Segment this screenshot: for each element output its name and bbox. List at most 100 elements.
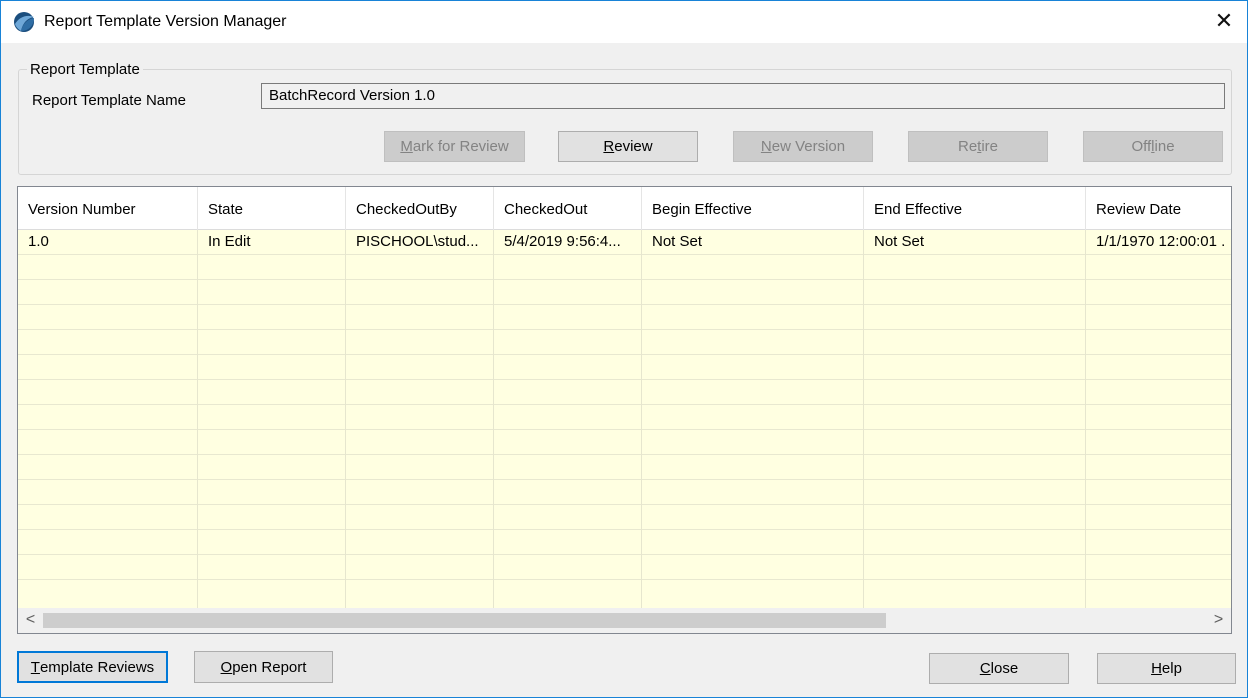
column-header-end-effective[interactable]: End Effective xyxy=(864,187,1086,230)
empty-cell xyxy=(642,480,864,505)
button-text: ew Version xyxy=(771,138,846,155)
empty-cell xyxy=(494,255,642,280)
close-button[interactable]: Close xyxy=(929,653,1069,684)
mark-for-review-button[interactable]: Mark for Review xyxy=(384,131,525,162)
empty-cell xyxy=(642,255,864,280)
close-icon[interactable]: ✕ xyxy=(1201,1,1247,43)
mnemonic-key: O xyxy=(220,658,233,676)
review-button[interactable]: Review xyxy=(558,131,698,162)
cell-review-date: 1/1/1970 12:00:01 . xyxy=(1096,233,1226,250)
empty-cell xyxy=(346,430,494,455)
help-button[interactable]: Help xyxy=(1097,653,1236,684)
dialog-window: Report Template Version Manager ✕ Report… xyxy=(0,0,1248,698)
empty-cell xyxy=(18,530,198,555)
mnemonic-key: N xyxy=(760,138,772,155)
empty-cell xyxy=(18,455,198,480)
empty-cell xyxy=(494,555,642,580)
button-text: ine xyxy=(1154,138,1175,155)
empty-cell xyxy=(642,380,864,405)
column-header-begin-effective[interactable]: Begin Effective xyxy=(642,187,864,230)
button-text: pen Report xyxy=(232,658,307,676)
empty-cell xyxy=(642,330,864,355)
empty-row xyxy=(18,405,1231,430)
empty-cell xyxy=(494,280,642,305)
empty-cell xyxy=(642,305,864,330)
offline-button[interactable]: Off l ine xyxy=(1083,131,1223,162)
cell-state: In Edit xyxy=(198,230,346,255)
empty-cell xyxy=(346,580,494,608)
column-header-checked-out[interactable]: CheckedOut xyxy=(494,187,642,230)
empty-row xyxy=(18,530,1231,555)
empty-row xyxy=(18,330,1231,355)
empty-cell xyxy=(346,355,494,380)
grid-rows: 1.0 In Edit PISCHOOL\stud... 5/4/2019 9:… xyxy=(18,230,1231,608)
cell-checked-out-by: PISCHOOL\stud... xyxy=(346,230,494,255)
button-text: elp xyxy=(1161,660,1182,677)
empty-row xyxy=(18,455,1231,480)
empty-cell xyxy=(864,580,1086,608)
empty-cell xyxy=(494,580,642,608)
mnemonic-key: C xyxy=(979,660,991,677)
window-title: Report Template Version Manager xyxy=(44,13,287,30)
empty-cell xyxy=(864,555,1086,580)
empty-cell xyxy=(18,555,198,580)
empty-cell xyxy=(18,255,198,280)
button-text: Re xyxy=(957,138,978,155)
table-row[interactable]: 1.0 In Edit PISCHOOL\stud... 5/4/2019 9:… xyxy=(18,230,1231,255)
empty-cell xyxy=(346,480,494,505)
empty-cell xyxy=(346,455,494,480)
mnemonic-key: M xyxy=(400,138,413,155)
empty-row xyxy=(18,430,1231,455)
new-version-button[interactable]: New Version xyxy=(733,131,873,162)
column-header-review-date[interactable]: Review Date xyxy=(1086,187,1231,230)
empty-cell xyxy=(18,580,198,608)
empty-cell xyxy=(346,330,494,355)
empty-cell xyxy=(18,330,198,355)
empty-cell xyxy=(198,355,346,380)
empty-cell xyxy=(864,330,1086,355)
horizontal-scrollbar[interactable]: < > xyxy=(18,608,1231,633)
empty-cell xyxy=(18,430,198,455)
empty-cell xyxy=(346,505,494,530)
template-name-field[interactable]: BatchRecord Version 1.0 xyxy=(261,83,1225,109)
empty-cell xyxy=(346,530,494,555)
empty-cell xyxy=(346,255,494,280)
cell-checked-out: 5/4/2019 9:56:4... xyxy=(494,230,642,255)
empty-cell xyxy=(864,530,1086,555)
empty-cell xyxy=(642,280,864,305)
template-reviews-button[interactable]: Template Reviews xyxy=(17,651,168,683)
empty-cell xyxy=(864,380,1086,405)
empty-cell xyxy=(198,530,346,555)
empty-cell xyxy=(198,405,346,430)
mnemonic-key: T xyxy=(30,658,40,676)
versions-grid[interactable]: Version Number State CheckedOutBy Checke… xyxy=(17,186,1232,634)
empty-row xyxy=(18,555,1231,580)
scroll-left-icon[interactable]: < xyxy=(18,608,43,633)
cell-begin-effective: Not Set xyxy=(642,230,864,255)
retire-button[interactable]: Re t ire xyxy=(908,131,1048,162)
empty-cell xyxy=(642,455,864,480)
column-header-state[interactable]: State xyxy=(198,187,346,230)
empty-cell xyxy=(18,480,198,505)
empty-cell xyxy=(346,405,494,430)
empty-cell xyxy=(494,455,642,480)
button-text: eview xyxy=(614,138,653,155)
empty-cell xyxy=(346,555,494,580)
empty-row xyxy=(18,580,1231,608)
empty-row xyxy=(18,480,1231,505)
empty-cell xyxy=(494,480,642,505)
empty-row xyxy=(18,280,1231,305)
empty-cell xyxy=(198,305,346,330)
column-header-version-number[interactable]: Version Number xyxy=(18,187,198,230)
empty-cell xyxy=(864,255,1086,280)
scroll-thumb[interactable] xyxy=(43,613,886,628)
empty-cell xyxy=(18,505,198,530)
column-header-checked-out-by[interactable]: CheckedOutBy xyxy=(346,187,494,230)
open-report-button[interactable]: Open Report xyxy=(194,651,333,683)
button-text: lose xyxy=(990,660,1019,677)
scroll-right-icon[interactable]: > xyxy=(1206,608,1231,633)
empty-cell xyxy=(494,530,642,555)
empty-cell xyxy=(864,505,1086,530)
empty-cell xyxy=(642,530,864,555)
empty-row xyxy=(18,305,1231,330)
